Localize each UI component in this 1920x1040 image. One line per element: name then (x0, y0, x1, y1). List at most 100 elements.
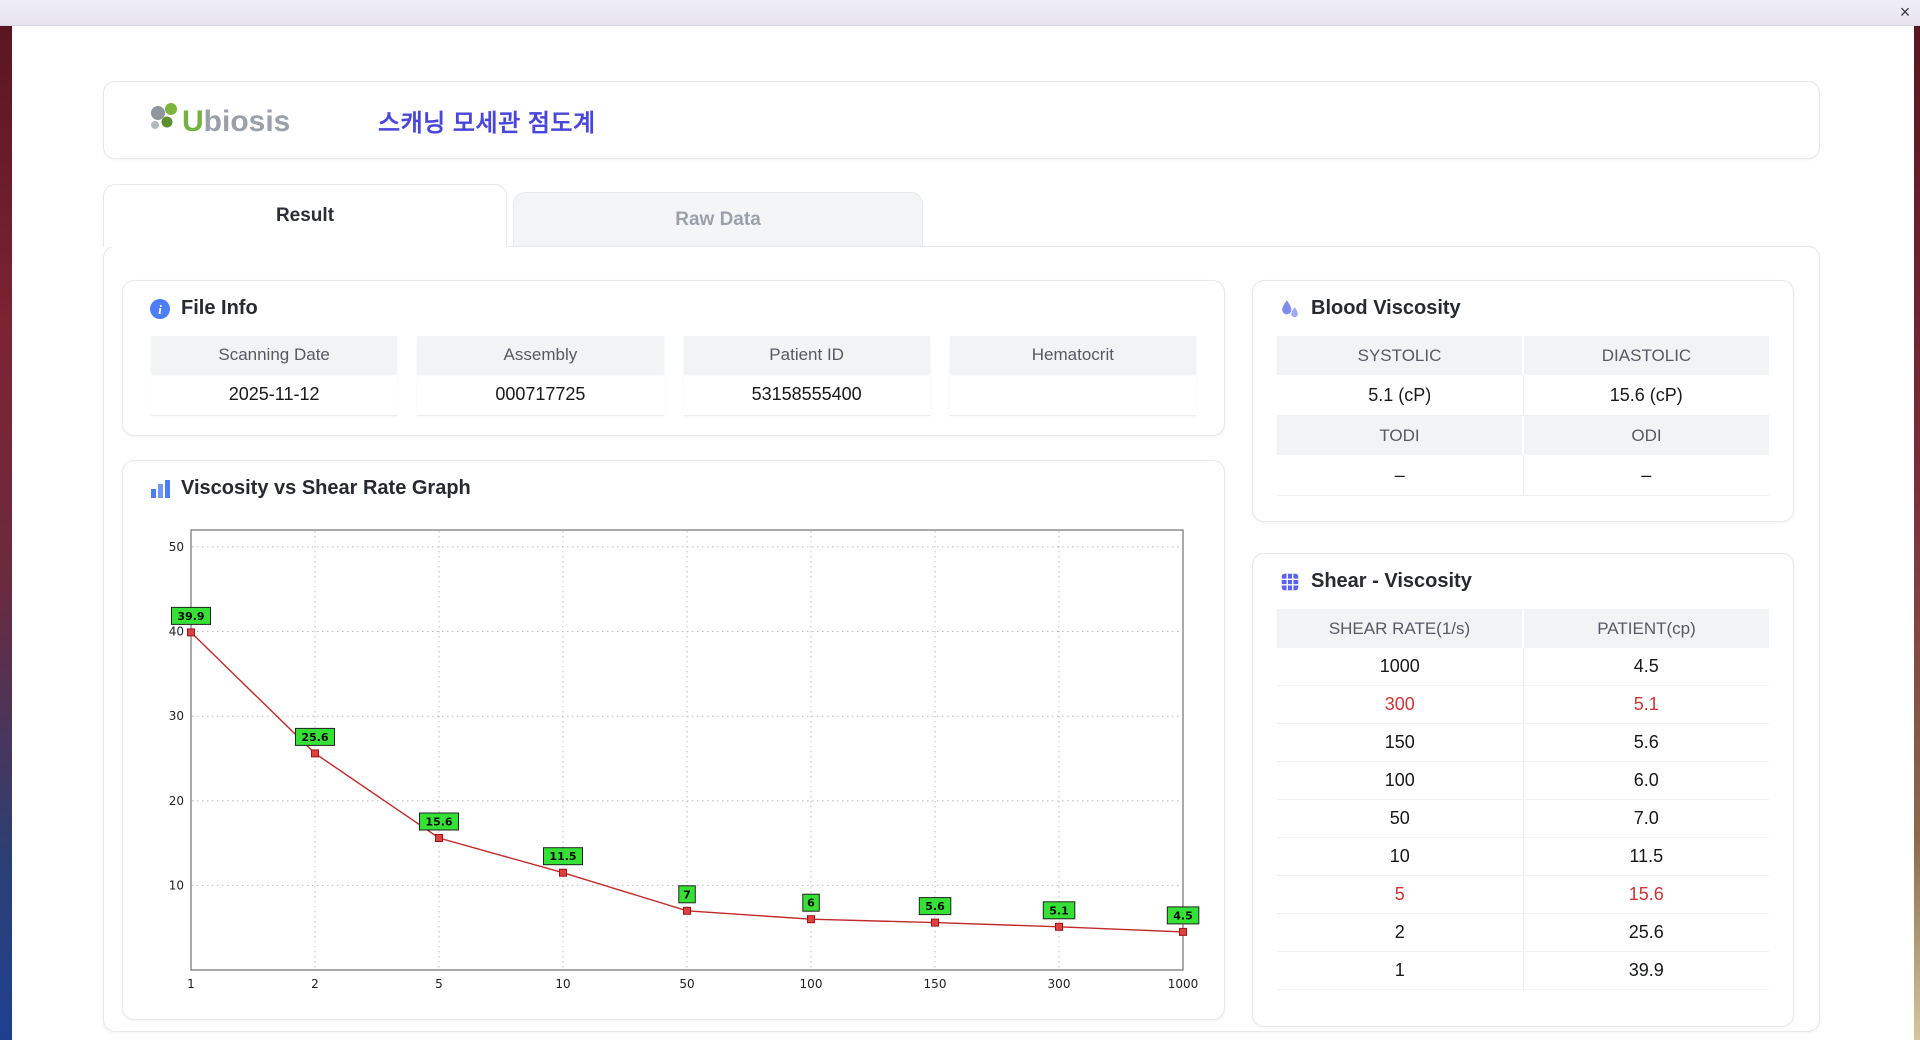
svg-text:20: 20 (169, 794, 184, 808)
svg-text:50: 50 (679, 977, 694, 991)
svg-text:7: 7 (683, 888, 691, 901)
table-row: 50 7.0 (1277, 800, 1769, 838)
table-row: 1000 4.5 (1277, 648, 1769, 686)
field-label: Assembly (417, 336, 664, 374)
patient-column-header: PATIENT(cp) (1597, 618, 1696, 638)
ubiosis-logo: Ubiosis (144, 98, 322, 142)
field-value: 53158555400 (683, 374, 930, 416)
shear-viscosity-title: Shear - Viscosity (1311, 570, 1472, 592)
svg-text:10: 10 (555, 977, 570, 991)
svg-text:i: i (158, 302, 162, 317)
svg-text:5.6: 5.6 (925, 900, 945, 913)
blood-viscosity-card: Blood Viscosity SYSTOLIC DIASTOLIC 5.1 (… (1252, 280, 1794, 522)
table-row: 100 6.0 (1277, 762, 1769, 800)
shear-cell: 100 (1277, 762, 1524, 799)
field-value (949, 374, 1196, 416)
table-row: 1 39.9 (1277, 952, 1769, 990)
field-value: 000717725 (417, 374, 664, 416)
diastolic-label: DIASTOLIC (1524, 336, 1769, 375)
svg-text:5: 5 (435, 977, 443, 991)
svg-text:39.9: 39.9 (177, 610, 204, 623)
shear-viscosity-header: Shear - Viscosity (1253, 554, 1793, 601)
desktop-edge-left (0, 26, 12, 1040)
shear-cell: 2 (1277, 914, 1524, 951)
blood-viscosity-header: Blood Viscosity (1253, 281, 1793, 328)
table-header-row: SHEAR RATE(1/s) PATIENT(cp) (1277, 609, 1769, 648)
close-button[interactable]: × (1890, 1, 1920, 25)
odi-value: – (1523, 455, 1769, 496)
shear-viscosity-card: Shear - Viscosity SHEAR RATE(1/s) PATIEN… (1252, 553, 1794, 1027)
tab-raw-data[interactable]: Raw Data (513, 192, 923, 246)
screen: × Ubiosis 스캐닝 모세관 점도계 Result Raw Data i … (0, 0, 1920, 1040)
svg-text:5.1: 5.1 (1049, 904, 1069, 917)
graph-header: Viscosity vs Shear Rate Graph (123, 461, 1224, 508)
patient-cell: 15.6 (1628, 884, 1664, 904)
svg-text:100: 100 (800, 977, 823, 991)
field-scanning-date: Scanning Date 2025-11-12 (151, 336, 398, 416)
patient-cell: 5.6 (1633, 732, 1659, 752)
tab-result[interactable]: Result (103, 184, 507, 247)
table-row: 10 11.5 (1277, 838, 1769, 876)
field-assembly: Assembly 000717725 (417, 336, 664, 416)
graph-title: Viscosity vs Shear Rate Graph (181, 477, 471, 499)
info-icon: i (150, 298, 170, 319)
window-titlebar: × (0, 0, 1920, 26)
svg-text:50: 50 (169, 540, 184, 554)
svg-text:15.6: 15.6 (425, 816, 452, 829)
svg-text:40: 40 (169, 625, 184, 639)
chart-area: 10 20 30 40 50 1 2 5 10 50 100 150 300 1000 39.9 25.6 15… (145, 520, 1224, 1017)
shear-rate-column-header: SHEAR RATE(1/s) (1277, 609, 1524, 648)
file-info-fields: Scanning Date 2025-11-12 Assembly 000717… (123, 328, 1224, 416)
svg-text:150: 150 (924, 977, 947, 991)
svg-text:4.5: 4.5 (1173, 909, 1193, 922)
droplets-icon (1282, 299, 1298, 317)
shear-cell: 150 (1277, 724, 1524, 761)
viscosity-graph-card: Viscosity vs Shear Rate Graph 10 20 30 40 50… (122, 460, 1225, 1020)
tab-bar: Result Raw Data (103, 184, 1914, 247)
bv-label-row: SYSTOLIC DIASTOLIC (1277, 336, 1769, 375)
blood-viscosity-title: Blood Viscosity (1311, 297, 1461, 319)
svg-text:25.6: 25.6 (301, 731, 328, 744)
field-label: Scanning Date (151, 336, 398, 374)
bar-chart-icon (151, 479, 170, 498)
svg-text:2: 2 (311, 977, 319, 991)
file-info-card: i File Info Scanning Date 2025-11-12 Ass… (122, 280, 1225, 436)
svg-text:300: 300 (1048, 977, 1071, 991)
shear-cell: 300 (1277, 686, 1524, 723)
patient-cell: 5.1 (1633, 694, 1659, 714)
systolic-value: 5.1 (cP) (1277, 375, 1524, 416)
systolic-label: SYSTOLIC (1277, 336, 1524, 375)
odi-label: ODI (1524, 416, 1769, 455)
page-title: 스캐닝 모세관 점도계 (378, 109, 596, 137)
svg-text:30: 30 (169, 709, 184, 723)
patient-cell: 11.5 (1629, 846, 1664, 866)
shear-cell: 10 (1277, 838, 1524, 875)
shear-cell: 5 (1277, 876, 1524, 913)
ubiosis-logo-icon: Ubiosis (151, 103, 290, 138)
bv-label-row: TODI ODI (1277, 416, 1769, 455)
shear-cell: 1000 (1277, 648, 1524, 685)
file-info-header: i File Info (123, 281, 1224, 328)
svg-text:Ubiosis: Ubiosis (182, 105, 290, 138)
app-header: Ubiosis 스캐닝 모세관 점도계 (103, 81, 1820, 159)
app-window: Ubiosis 스캐닝 모세관 점도계 Result Raw Data i Fi… (12, 26, 1914, 1040)
bv-value-row: 5.1 (cP) 15.6 (cP) (1277, 375, 1769, 416)
file-info-title: File Info (181, 297, 258, 319)
logo-letter-u: U (182, 105, 204, 138)
svg-text:1000: 1000 (1168, 977, 1199, 991)
table-row: 2 25.6 (1277, 914, 1769, 952)
field-label: Patient ID (683, 336, 930, 374)
table-row: 150 5.6 (1277, 724, 1769, 762)
todi-label: TODI (1277, 416, 1524, 455)
diastolic-value: 15.6 (cP) (1523, 375, 1769, 416)
shear-viscosity-table: SHEAR RATE(1/s) PATIENT(cp) 1000 4.5 300… (1253, 601, 1793, 990)
svg-text:6: 6 (807, 897, 815, 910)
field-value: 2025-11-12 (151, 374, 398, 416)
patient-cell: 39.9 (1628, 960, 1664, 980)
field-patient-id: Patient ID 53158555400 (683, 336, 930, 416)
bv-value-row: – – (1277, 455, 1769, 496)
result-panel: i File Info Scanning Date 2025-11-12 Ass… (103, 246, 1820, 1032)
shear-cell: 1 (1277, 952, 1524, 989)
svg-text:1: 1 (187, 977, 195, 991)
table-row: 300 5.1 (1277, 686, 1769, 724)
